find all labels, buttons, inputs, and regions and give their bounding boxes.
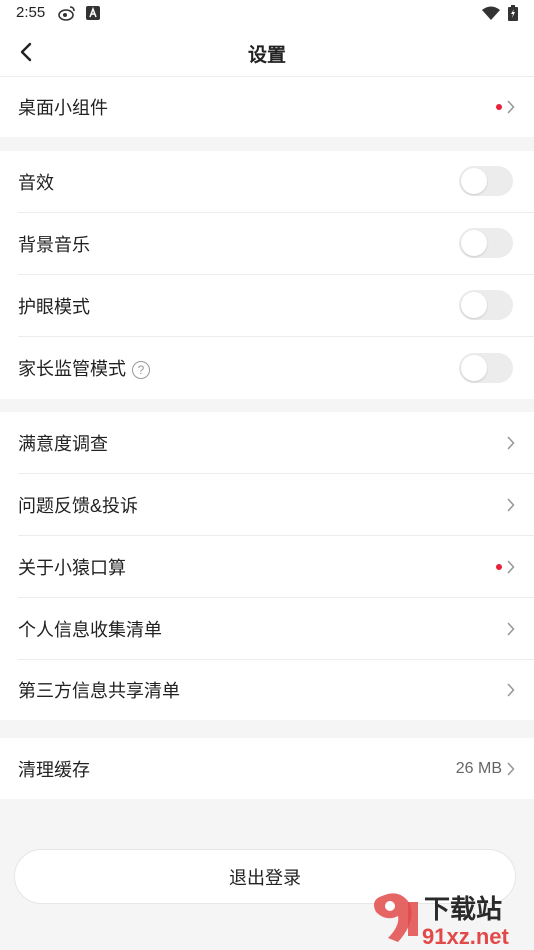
- section-toggles: 音效 背景音乐 护眼模式 家长监管模式?: [0, 151, 534, 399]
- row-label: 问题反馈&投诉: [18, 495, 139, 516]
- eye-protection-toggle[interactable]: [459, 290, 513, 320]
- chevron-right-icon: [507, 436, 515, 450]
- toggle-knob: [461, 355, 487, 381]
- status-right-icons: [482, 5, 518, 21]
- toggle-knob: [461, 230, 487, 256]
- section-widget: 桌面小组件: [0, 77, 534, 137]
- notification-dot: [496, 564, 502, 570]
- notification-dot: [496, 104, 502, 110]
- wifi-icon: [482, 6, 500, 20]
- row-sound-effect: 音效: [0, 151, 534, 212]
- chevron-right-icon: [507, 560, 515, 574]
- watermark-logo: 下载站 91xz.net: [374, 893, 509, 948]
- row-label: 家长监管模式?: [18, 355, 150, 381]
- background-music-toggle[interactable]: [459, 228, 513, 258]
- page-title: 设置: [247, 45, 286, 66]
- chevron-right-icon: [507, 762, 515, 776]
- app-bar: 设置: [0, 28, 534, 77]
- row-desktop-widget[interactable]: 桌面小组件: [0, 77, 534, 137]
- row-eye-protection: 护眼模式: [0, 275, 534, 336]
- toggle-knob: [461, 292, 487, 318]
- help-icon[interactable]: ?: [132, 361, 150, 380]
- chevron-right-icon: [507, 498, 515, 512]
- toggle-knob: [461, 168, 487, 194]
- row-label: 满意度调查: [18, 433, 108, 454]
- parental-control-label: 家长监管模式: [18, 359, 126, 379]
- app-a-icon: [86, 6, 100, 20]
- chevron-right-icon: [507, 683, 515, 697]
- row-satisfaction-survey[interactable]: 满意度调查: [0, 412, 534, 473]
- sound-effect-toggle[interactable]: [459, 166, 513, 196]
- row-label: 音效: [18, 172, 54, 193]
- watermark-text-bottom: 91xz.net: [422, 924, 509, 948]
- row-label: 清理缓存: [18, 759, 90, 780]
- section-cache: 清理缓存 26 MB: [0, 738, 534, 799]
- parental-control-toggle[interactable]: [459, 353, 513, 383]
- row-label: 桌面小组件: [18, 98, 108, 118]
- row-label: 第三方信息共享清单: [18, 681, 180, 701]
- status-left-icons: [58, 5, 100, 21]
- watermark-text-top: 下载站: [424, 894, 502, 924]
- status-time: 2:55: [16, 4, 46, 21]
- row-parental-control: 家长监管模式?: [0, 337, 534, 399]
- battery-icon: [508, 5, 518, 21]
- row-background-music: 背景音乐: [0, 213, 534, 274]
- chevron-right-icon: [507, 100, 515, 114]
- row-clear-cache[interactable]: 清理缓存 26 MB: [0, 738, 534, 799]
- row-label: 护眼模式: [18, 296, 90, 317]
- row-label: 背景音乐: [18, 234, 90, 255]
- status-bar: 2:55: [0, 0, 534, 28]
- cache-size: 26 MB: [455, 759, 502, 777]
- row-feedback[interactable]: 问题反馈&投诉: [0, 474, 534, 535]
- row-third-party-sharing[interactable]: 第三方信息共享清单: [0, 660, 534, 720]
- weibo-icon: [58, 6, 75, 21]
- row-label: 关于小猿口算: [18, 557, 126, 578]
- row-label: 个人信息收集清单: [18, 619, 162, 640]
- chevron-right-icon: [507, 622, 515, 636]
- row-about[interactable]: 关于小猿口算: [0, 536, 534, 597]
- section-links: 满意度调查 问题反馈&投诉 关于小猿口算 个人信息收集清单 第三方信息共享清单: [0, 412, 534, 720]
- row-personal-info-list[interactable]: 个人信息收集清单: [0, 598, 534, 659]
